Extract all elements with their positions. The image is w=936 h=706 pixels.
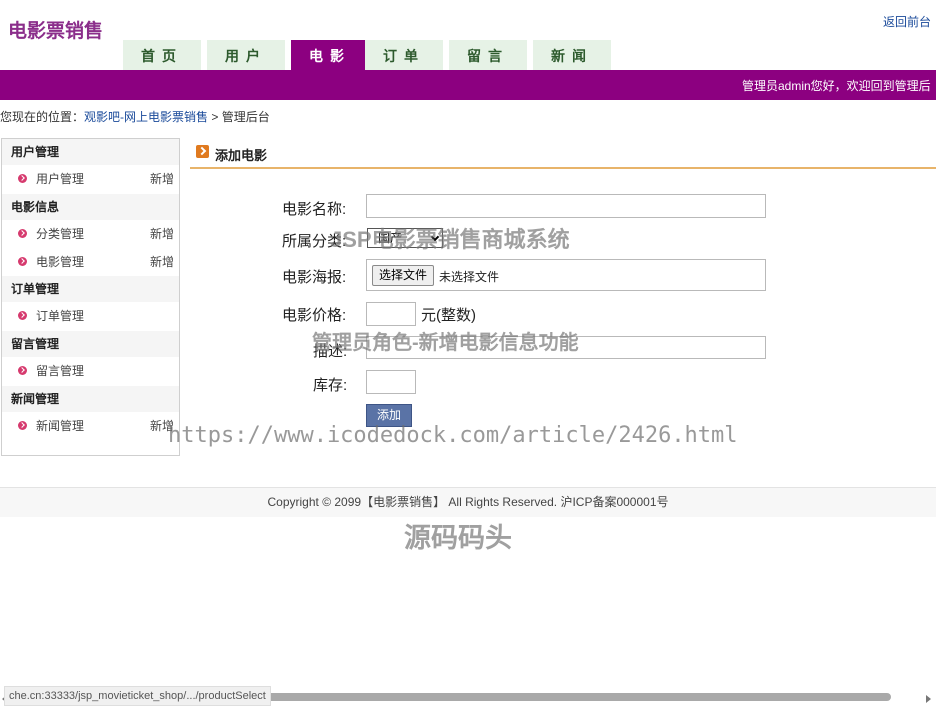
tab-messages[interactable]: 留言 <box>449 40 527 70</box>
tab-news[interactable]: 新闻 <box>533 40 611 70</box>
sidebar-item-category-management[interactable]: 分类管理 新增 <box>2 220 179 249</box>
admin-sidebar: 用户管理 用户管理 新增 电影信息 分类管理 新增 电影管理 新增 订单管理 订… <box>1 138 180 456</box>
bullet-arrow-icon <box>18 366 27 375</box>
sidebar-item-news-management[interactable]: 新闻管理 新增 <box>2 412 179 441</box>
back-to-frontend-link[interactable]: 返回前台 <box>883 13 931 30</box>
bullet-arrow-icon <box>18 311 27 320</box>
sidebar-item-label[interactable]: 订单管理 <box>36 309 84 323</box>
price-label: 电影价格: <box>282 307 347 324</box>
tab-movies[interactable]: 电影 <box>291 40 369 70</box>
sidebar-add-movie-link[interactable]: 新增 <box>150 249 174 276</box>
sidebar-group-orders: 订单管理 <box>2 276 179 302</box>
status-bar-url: che.cn:33333/jsp_movieticket_shop/.../pr… <box>4 686 271 706</box>
panel-title: 添加电影 <box>215 148 268 163</box>
sidebar-group-messages: 留言管理 <box>2 331 179 357</box>
movie-name-input[interactable] <box>366 194 766 218</box>
stock-input[interactable] <box>366 370 416 394</box>
poster-file-input: 选择文件 未选择文件 <box>366 259 766 291</box>
breadcrumb-prefix: 您现在的位置： <box>0 110 85 124</box>
sidebar-group-movies: 电影信息 <box>2 194 179 220</box>
sidebar-group-users: 用户管理 <box>2 139 179 165</box>
top-bar: 管理员admin您好，欢迎回到管理后 <box>0 70 936 100</box>
stock-label: 库存: <box>313 377 348 394</box>
site-logo[interactable]: 电影票销售 <box>8 16 103 43</box>
bullet-arrow-icon <box>18 257 27 266</box>
movie-name-label: 电影名称: <box>282 201 347 218</box>
choose-file-button[interactable]: 选择文件 <box>372 265 435 286</box>
breadcrumb-site-link[interactable]: 观影吧-网上电影票销售 <box>84 110 208 124</box>
poster-label: 电影海报: <box>282 269 347 286</box>
tab-home[interactable]: 首页 <box>123 40 201 70</box>
breadcrumb-separator: > <box>208 110 222 124</box>
watermark-url: https://www.icodedock.com/article/2426.h… <box>168 423 738 448</box>
sidebar-group-news: 新闻管理 <box>2 386 179 412</box>
watermark-brand: 源码码头 <box>404 523 512 553</box>
footer-copyright: Copyright © 2099【电影票销售】 All Rights Reser… <box>267 495 669 509</box>
bullet-arrow-icon <box>18 229 27 238</box>
welcome-text: 管理员admin您好，欢迎回到管理后 <box>742 79 931 93</box>
sidebar-item-movie-management[interactable]: 电影管理 新增 <box>2 249 179 276</box>
footer: Copyright © 2099【电影票销售】 All Rights Reser… <box>0 487 936 517</box>
sidebar-item-user-management[interactable]: 用户管理 新增 <box>2 165 179 194</box>
breadcrumb: 您现在的位置：观影吧-网上电影票销售 > 管理后台 <box>0 108 270 125</box>
sidebar-item-label[interactable]: 用户管理 <box>36 172 84 186</box>
bullet-arrow-icon <box>18 421 27 430</box>
arrow-right-icon <box>196 145 209 158</box>
price-input[interactable] <box>366 302 416 326</box>
scroll-right-arrow-icon[interactable] <box>926 695 931 703</box>
watermark-title: JSP电影票销售商城系统 <box>330 227 570 252</box>
sidebar-item-label[interactable]: 电影管理 <box>36 255 84 269</box>
tab-users[interactable]: 用户 <box>207 40 285 70</box>
sidebar-add-user-link[interactable]: 新增 <box>150 165 174 194</box>
bullet-arrow-icon <box>18 174 27 183</box>
watermark-subtitle: 管理员角色-新增电影信息功能 <box>312 332 579 354</box>
sidebar-add-category-link[interactable]: 新增 <box>150 220 174 249</box>
panel-divider <box>190 167 936 169</box>
breadcrumb-current: 管理后台 <box>221 110 270 124</box>
sidebar-item-order-management[interactable]: 订单管理 <box>2 302 179 331</box>
file-status-text: 未选择文件 <box>439 270 500 284</box>
sidebar-item-label[interactable]: 留言管理 <box>36 364 84 378</box>
price-unit-text: 元(整数) <box>421 307 476 324</box>
sidebar-item-label[interactable]: 分类管理 <box>36 227 84 241</box>
sidebar-item-label[interactable]: 新闻管理 <box>36 419 84 433</box>
tab-orders[interactable]: 订单 <box>365 40 443 70</box>
sidebar-item-message-management[interactable]: 留言管理 <box>2 357 179 386</box>
